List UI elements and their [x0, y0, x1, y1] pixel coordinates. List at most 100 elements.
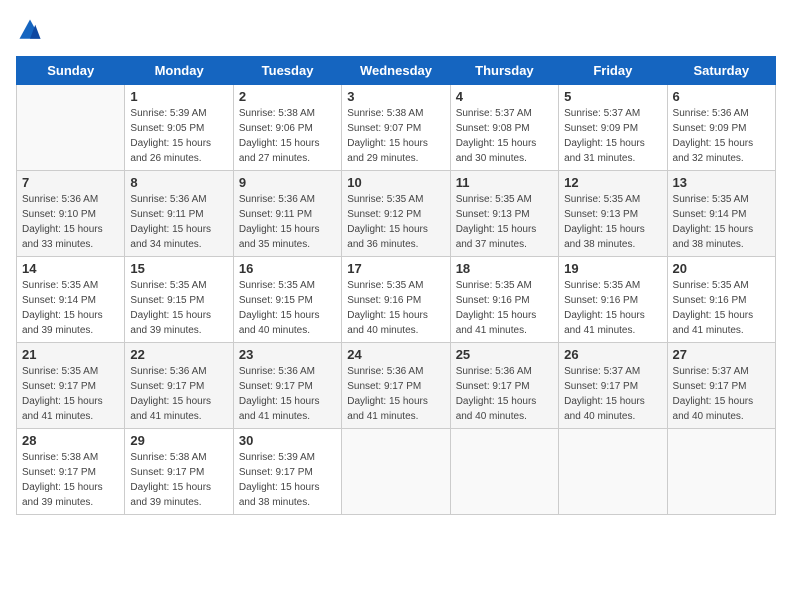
logo-icon: [16, 16, 44, 44]
calendar-cell: 13 Sunrise: 5:35 AMSunset: 9:14 PMDayligh…: [667, 171, 775, 257]
day-number: 22: [130, 347, 227, 362]
day-number: 21: [22, 347, 119, 362]
day-detail: Sunrise: 5:38 AMSunset: 9:17 PMDaylight:…: [130, 450, 227, 510]
calendar-cell: 27 Sunrise: 5:37 AMSunset: 9:17 PMDayligh…: [667, 343, 775, 429]
calendar-cell: [559, 429, 667, 515]
calendar-cell: 7 Sunrise: 5:36 AMSunset: 9:10 PMDaylight…: [17, 171, 125, 257]
calendar-cell: 9Sunrise: 5:36 AMSunset: 9:11 PMDaylight…: [233, 171, 341, 257]
calendar-cell: 28Sunrise: 5:38 AMSunset: 9:17 PMDayligh…: [17, 429, 125, 515]
day-detail: Sunrise: 5:35 AMSunset: 9:14 PMDaylight:…: [22, 278, 119, 338]
day-number: 30: [239, 433, 336, 448]
page-header: [16, 16, 776, 44]
calendar-cell: 26Sunrise: 5:37 AMSunset: 9:17 PMDayligh…: [559, 343, 667, 429]
calendar-cell: 14 Sunrise: 5:35 AMSunset: 9:14 PMDayligh…: [17, 257, 125, 343]
day-number: 25: [456, 347, 553, 362]
calendar-cell: 16 Sunrise: 5:35 AMSunset: 9:15 PMDayligh…: [233, 257, 341, 343]
calendar-week-5: 28Sunrise: 5:38 AMSunset: 9:17 PMDayligh…: [17, 429, 776, 515]
day-detail: Sunrise: 5:37 AMSunset: 9:08 PMDaylight:…: [456, 106, 553, 166]
day-detail: Sunrise: 5:38 AMSunset: 9:07 PMDaylight:…: [347, 106, 444, 166]
calendar-week-4: 21 Sunrise: 5:35 AMSunset: 9:17 PMDayligh…: [17, 343, 776, 429]
day-number: 24: [347, 347, 444, 362]
day-number: 3: [347, 89, 444, 104]
calendar-cell: 21 Sunrise: 5:35 AMSunset: 9:17 PMDayligh…: [17, 343, 125, 429]
weekday-header-row: SundayMondayTuesdayWednesdayThursdayFrid…: [17, 57, 776, 85]
weekday-header-saturday: Saturday: [667, 57, 775, 85]
day-detail: Sunrise: 5:35 AMSunset: 9:17 PMDaylight:…: [22, 364, 119, 424]
calendar-cell: 19Sunrise: 5:35 AMSunset: 9:16 PMDayligh…: [559, 257, 667, 343]
day-detail: Sunrise: 5:35 AMSunset: 9:16 PMDaylight:…: [673, 278, 770, 338]
weekday-header-monday: Monday: [125, 57, 233, 85]
weekday-header-thursday: Thursday: [450, 57, 558, 85]
weekday-header-friday: Friday: [559, 57, 667, 85]
day-detail: Sunrise: 5:38 AMSunset: 9:17 PMDaylight:…: [22, 450, 119, 510]
day-detail: Sunrise: 5:35 AMSunset: 9:13 PMDaylight:…: [564, 192, 661, 252]
day-detail: Sunrise: 5:37 AMSunset: 9:17 PMDaylight:…: [564, 364, 661, 424]
calendar-cell: 6 Sunrise: 5:36 AMSunset: 9:09 PMDaylight…: [667, 85, 775, 171]
calendar-cell: [450, 429, 558, 515]
day-number: 16: [239, 261, 336, 276]
calendar-cell: 17 Sunrise: 5:35 AMSunset: 9:16 PMDayligh…: [342, 257, 450, 343]
day-detail: Sunrise: 5:36 AMSunset: 9:09 PMDaylight:…: [673, 106, 770, 166]
day-number: 5: [564, 89, 661, 104]
calendar-cell: 29 Sunrise: 5:38 AMSunset: 9:17 PMDayligh…: [125, 429, 233, 515]
day-number: 27: [673, 347, 770, 362]
day-detail: Sunrise: 5:35 AMSunset: 9:12 PMDaylight:…: [347, 192, 444, 252]
day-number: 10: [347, 175, 444, 190]
day-number: 6: [673, 89, 770, 104]
day-detail: Sunrise: 5:36 AMSunset: 9:17 PMDaylight:…: [239, 364, 336, 424]
day-number: 7: [22, 175, 119, 190]
calendar-cell: [342, 429, 450, 515]
day-detail: Sunrise: 5:35 AMSunset: 9:16 PMDaylight:…: [347, 278, 444, 338]
day-detail: Sunrise: 5:36 AMSunset: 9:17 PMDaylight:…: [130, 364, 227, 424]
calendar-header: SundayMondayTuesdayWednesdayThursdayFrid…: [17, 57, 776, 85]
weekday-header-tuesday: Tuesday: [233, 57, 341, 85]
day-number: 14: [22, 261, 119, 276]
day-number: 13: [673, 175, 770, 190]
calendar-cell: 3 Sunrise: 5:38 AMSunset: 9:07 PMDaylight…: [342, 85, 450, 171]
day-detail: Sunrise: 5:35 AMSunset: 9:16 PMDaylight:…: [564, 278, 661, 338]
day-number: 23: [239, 347, 336, 362]
calendar-cell: 8Sunrise: 5:36 AMSunset: 9:11 PMDaylight…: [125, 171, 233, 257]
day-number: 20: [673, 261, 770, 276]
day-detail: Sunrise: 5:38 AMSunset: 9:06 PMDaylight:…: [239, 106, 336, 166]
day-detail: Sunrise: 5:36 AMSunset: 9:10 PMDaylight:…: [22, 192, 119, 252]
day-detail: Sunrise: 5:35 AMSunset: 9:15 PMDaylight:…: [239, 278, 336, 338]
day-number: 8: [130, 175, 227, 190]
calendar-cell: 2 Sunrise: 5:38 AMSunset: 9:06 PMDaylight…: [233, 85, 341, 171]
day-detail: Sunrise: 5:35 AMSunset: 9:16 PMDaylight:…: [456, 278, 553, 338]
day-number: 29: [130, 433, 227, 448]
calendar-cell: 11Sunrise: 5:35 AMSunset: 9:13 PMDayligh…: [450, 171, 558, 257]
day-number: 2: [239, 89, 336, 104]
calendar-cell: 1Sunrise: 5:39 AMSunset: 9:05 PMDaylight…: [125, 85, 233, 171]
calendar-cell: 10 Sunrise: 5:35 AMSunset: 9:12 PMDayligh…: [342, 171, 450, 257]
weekday-header-sunday: Sunday: [17, 57, 125, 85]
day-number: 15: [130, 261, 227, 276]
calendar-cell: 24Sunrise: 5:36 AMSunset: 9:17 PMDayligh…: [342, 343, 450, 429]
calendar-cell: 25 Sunrise: 5:36 AMSunset: 9:17 PMDayligh…: [450, 343, 558, 429]
calendar-cell: 4 Sunrise: 5:37 AMSunset: 9:08 PMDaylight…: [450, 85, 558, 171]
day-detail: Sunrise: 5:37 AMSunset: 9:17 PMDaylight:…: [673, 364, 770, 424]
day-detail: Sunrise: 5:35 AMSunset: 9:14 PMDaylight:…: [673, 192, 770, 252]
calendar-cell: 12 Sunrise: 5:35 AMSunset: 9:13 PMDayligh…: [559, 171, 667, 257]
day-detail: Sunrise: 5:35 AMSunset: 9:13 PMDaylight:…: [456, 192, 553, 252]
calendar-week-2: 7 Sunrise: 5:36 AMSunset: 9:10 PMDaylight…: [17, 171, 776, 257]
calendar-week-1: 1Sunrise: 5:39 AMSunset: 9:05 PMDaylight…: [17, 85, 776, 171]
calendar-cell: [17, 85, 125, 171]
day-number: 4: [456, 89, 553, 104]
day-detail: Sunrise: 5:36 AMSunset: 9:11 PMDaylight:…: [239, 192, 336, 252]
calendar-week-3: 14 Sunrise: 5:35 AMSunset: 9:14 PMDayligh…: [17, 257, 776, 343]
calendar-cell: 30 Sunrise: 5:39 AMSunset: 9:17 PMDayligh…: [233, 429, 341, 515]
day-detail: Sunrise: 5:36 AMSunset: 9:17 PMDaylight:…: [456, 364, 553, 424]
day-detail: Sunrise: 5:37 AMSunset: 9:09 PMDaylight:…: [564, 106, 661, 166]
weekday-header-wednesday: Wednesday: [342, 57, 450, 85]
calendar-body: 1Sunrise: 5:39 AMSunset: 9:05 PMDaylight…: [17, 85, 776, 515]
day-number: 17: [347, 261, 444, 276]
day-number: 12: [564, 175, 661, 190]
day-detail: Sunrise: 5:39 AMSunset: 9:17 PMDaylight:…: [239, 450, 336, 510]
calendar-cell: 22 Sunrise: 5:36 AMSunset: 9:17 PMDayligh…: [125, 343, 233, 429]
calendar-cell: [667, 429, 775, 515]
calendar-cell: 18Sunrise: 5:35 AMSunset: 9:16 PMDayligh…: [450, 257, 558, 343]
day-detail: Sunrise: 5:35 AMSunset: 9:15 PMDaylight:…: [130, 278, 227, 338]
calendar-cell: 20 Sunrise: 5:35 AMSunset: 9:16 PMDayligh…: [667, 257, 775, 343]
calendar-table: SundayMondayTuesdayWednesdayThursdayFrid…: [16, 56, 776, 515]
